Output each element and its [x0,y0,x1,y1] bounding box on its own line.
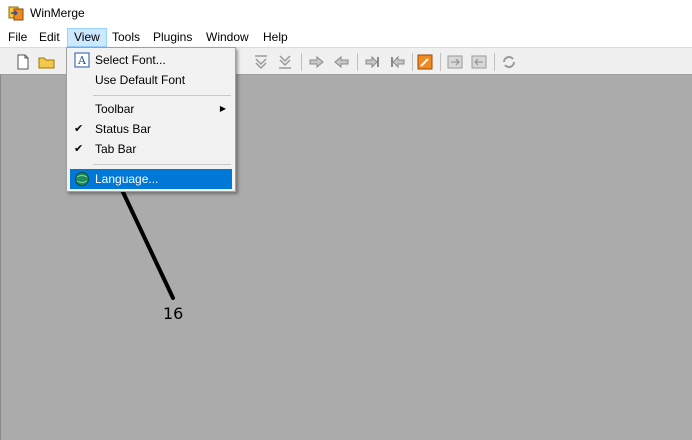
menu-item-label: Tab Bar [95,142,137,156]
font-icon: A [74,52,90,68]
menu-item-use-default-font[interactable]: Use Default Font [70,70,232,90]
new-document-icon[interactable] [14,53,32,71]
submenu-arrow-icon: ▶ [219,104,226,113]
toolbar-separator [357,53,358,71]
menu-item-select-font[interactable]: A Select Font... [70,50,232,70]
first-difference-icon[interactable] [252,53,270,71]
menu-item-label: Status Bar [95,122,152,136]
globe-icon [75,172,89,186]
copy-left-advance-icon[interactable] [388,53,406,71]
checkmark-icon: ✔ [74,143,84,155]
menu-tools[interactable]: Tools [106,28,146,47]
checkmark-icon: ✔ [74,123,84,135]
copy-right-advance-icon[interactable] [364,53,382,71]
menu-bar: File Edit View Tools Plugins Window Help [0,28,692,47]
menu-view[interactable]: View [67,28,107,47]
menu-item-language[interactable]: Language... [70,169,232,189]
open-folder-icon[interactable] [38,53,56,71]
menu-item-tab-bar[interactable]: ✔ Tab Bar [70,139,232,159]
menu-separator [93,164,231,165]
svg-text:A: A [77,54,87,67]
copy-left-icon[interactable] [332,53,350,71]
toolbar-separator [412,53,413,71]
toolbar-separator [440,53,441,71]
last-difference-icon[interactable] [276,53,294,71]
window-title: WinMerge [30,6,85,20]
copy-all-right-icon[interactable] [446,53,464,71]
callout-number: 16 [163,304,184,323]
view-dropdown-menu: A Select Font... Use Default Font Toolba… [66,47,236,192]
copy-right-icon[interactable] [308,53,326,71]
menu-item-label: Select Font... [95,53,166,67]
menu-item-toolbar[interactable]: Toolbar ▶ [70,99,232,119]
menu-help[interactable]: Help [257,28,294,47]
menu-item-label: Language... [95,172,159,186]
menu-item-label: Use Default Font [95,73,186,87]
menu-separator [93,95,231,96]
winmerge-app-icon [8,6,24,21]
menu-file[interactable]: File [2,28,33,47]
menu-item-label: Toolbar [95,102,135,116]
copy-all-left-icon[interactable] [470,53,488,71]
menu-plugins[interactable]: Plugins [147,28,198,47]
refresh-icon[interactable] [500,53,518,71]
edit-options-icon[interactable] [416,53,434,71]
toolbar-separator [301,53,302,71]
title-bar: WinMerge [0,0,692,28]
menu-window[interactable]: Window [200,28,255,47]
menu-item-status-bar[interactable]: ✔ Status Bar [70,119,232,139]
menu-edit[interactable]: Edit [33,28,66,47]
toolbar-separator [494,53,495,71]
